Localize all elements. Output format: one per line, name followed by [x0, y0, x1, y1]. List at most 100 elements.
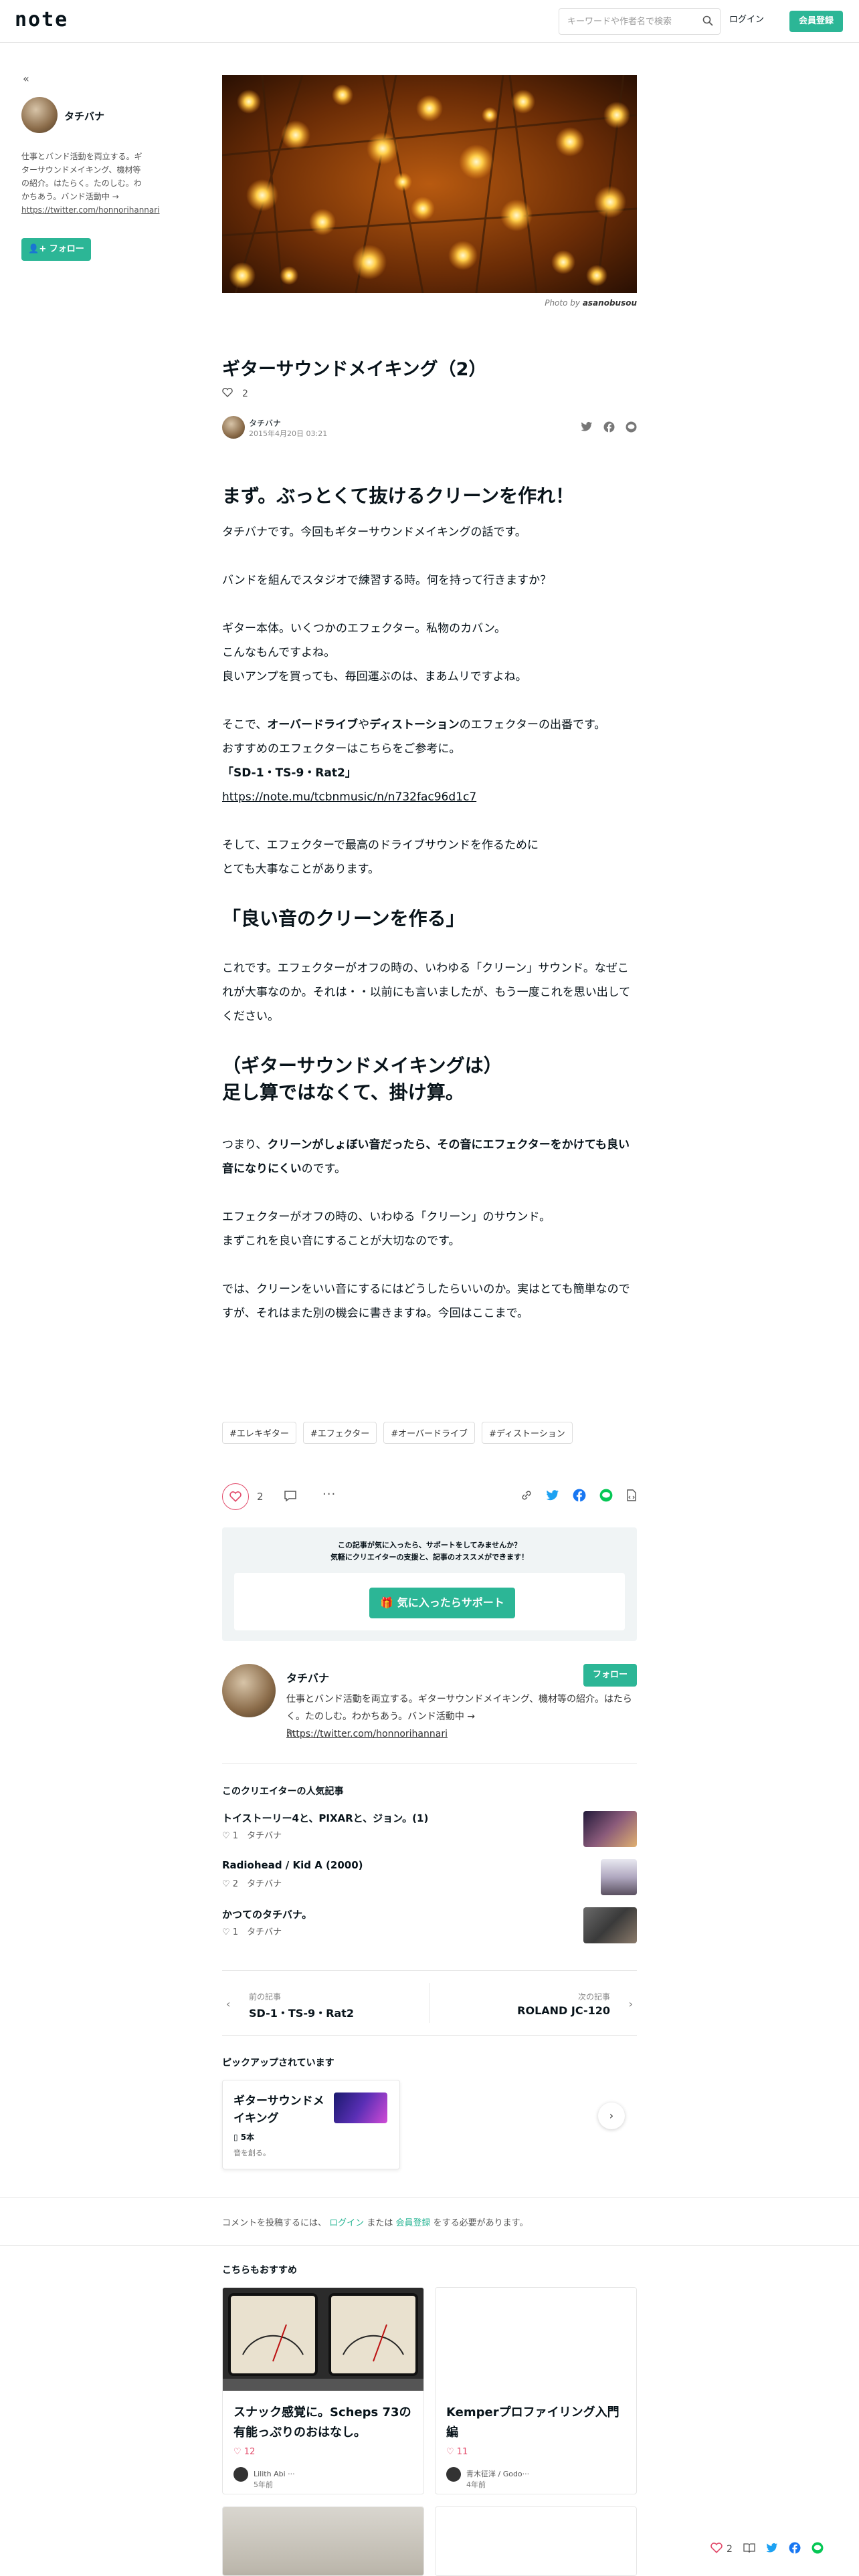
like-button[interactable]	[222, 1483, 249, 1510]
paragraph-8: エフェクターがオフの時の、いわゆる「クリーン」のサウンド。 まずこれを良い音にす…	[222, 1205, 637, 1253]
facebook-share-icon[interactable]	[573, 1489, 586, 1505]
paragraph-3-line-3: 良いアンプを買っても、毎回運ぶのは、まあムリですよね。	[222, 670, 527, 683]
popular-item-meta: ♡ 1 タチバナ	[222, 1831, 282, 1841]
article-date: 2015年4月20日 03:21	[249, 429, 328, 438]
support-box: この記事が気に入ったら、サポートをしてみませんか？ 気軽にクリエイターの支援と、…	[222, 1527, 637, 1641]
note-logo[interactable]: note	[15, 8, 68, 31]
support-button[interactable]: 🎁 気に入ったらサポート	[369, 1588, 515, 1618]
recommend-card[interactable]: Kemperプロファイリング入門編 ♡ 11 青木征洋 / Godo··· 4年…	[435, 2287, 637, 2494]
search-icon[interactable]	[702, 15, 713, 29]
popular-item-title[interactable]: トイストーリー4と、PIXARと、ジョン。(1)	[222, 1811, 428, 1825]
recommend-card-image[interactable]	[436, 2288, 636, 2391]
pickup-magazine-count-text: 5本	[240, 2133, 255, 2142]
comment-or: または	[367, 2218, 393, 2228]
article-likes: 2	[222, 388, 248, 400]
sidebar-follow-button[interactable]: 👤+ フォロー	[21, 238, 91, 261]
popular-item[interactable]: トイストーリー4と、PIXARと、ジョン。(1) ♡ 1 タチバナ	[222, 1811, 637, 1848]
comment-signup-link[interactable]: 会員登録	[395, 2218, 430, 2228]
popular-item[interactable]: かつてのタチバナ。 ♡ 1 タチバナ	[222, 1907, 637, 1945]
article-like-count: 2	[242, 389, 248, 399]
recommend-card[interactable]	[222, 2506, 424, 2576]
embed-icon[interactable]	[626, 1489, 637, 1504]
paragraph-7-text-c: のです。	[301, 1162, 346, 1176]
paragraph-4-bold-distortion: ディストーション	[369, 718, 460, 732]
section-heading-1: まず。ぶっとくて抜けるクリーンを作れ！	[222, 485, 575, 507]
hashtag[interactable]: #ディストーション	[482, 1422, 573, 1444]
recommend-card-author[interactable]: 青木征洋 / Godo···	[446, 2467, 529, 2482]
floating-facebook-icon[interactable]	[789, 2542, 801, 2557]
hashtag[interactable]: #オーバードライブ	[383, 1422, 476, 1444]
login-link[interactable]: ログイン	[729, 12, 764, 25]
article-author-name[interactable]: タチバナ	[249, 417, 281, 429]
popular-item[interactable]: Radiohead / Kid A (2000) ♡ 2 タチバナ	[222, 1859, 637, 1897]
popular-item-thumbnail[interactable]	[601, 1859, 637, 1895]
creator-avatar[interactable]	[222, 1664, 276, 1717]
floating-line-icon[interactable]	[812, 2542, 824, 2557]
recommend-card[interactable]: スナック感覚に。Scheps 73の有能っぷりのおはなし。 ♡ 12 Lilit…	[222, 2287, 424, 2494]
recommend-card-image[interactable]	[223, 2288, 423, 2391]
popular-item-title[interactable]: Radiohead / Kid A (2000)	[222, 1859, 363, 1871]
sidebar-author-name[interactable]: タチバナ	[64, 109, 104, 123]
popular-item-likes: 1	[232, 1927, 239, 1937]
popular-item-likes: 1	[232, 1831, 239, 1841]
collapse-sidebar-icon[interactable]: «	[23, 72, 29, 85]
comment-icon[interactable]	[284, 1490, 297, 1505]
share-buttons	[581, 421, 637, 435]
chevron-left-icon[interactable]: ‹	[226, 1998, 230, 2010]
more-options-icon[interactable]: ···	[322, 1487, 336, 1501]
support-message: この記事が気に入ったら、サポートをしてみませんか？ 気軽にクリエイターの支援と、…	[222, 1527, 637, 1564]
recommend-card[interactable]	[435, 2506, 637, 2576]
recommend-card-title[interactable]: Kemperプロファイリング入門編	[446, 2403, 627, 2443]
comment-login-link[interactable]: ログイン	[329, 2218, 364, 2228]
photo-credit-author[interactable]: asanobusou	[583, 298, 637, 308]
paragraph-1: タチバナです。今回もギターサウンドメイキングの話です。	[222, 526, 527, 539]
photo-credit: Photo by asanobusou	[222, 298, 637, 308]
recommend-card-image[interactable]	[436, 2507, 636, 2575]
paragraph-4-text-c: や	[358, 718, 370, 732]
author-avatar[interactable]	[21, 97, 58, 133]
pickup-card[interactable]: ギターサウンドメイキング ▯ 5本 音を創る。	[222, 2080, 400, 2169]
action-like-count: 2	[257, 1491, 264, 1503]
recommend-card-image[interactable]	[223, 2507, 423, 2575]
popular-item-likes: 2	[232, 1879, 239, 1889]
twitter-share-icon[interactable]	[546, 1489, 559, 1504]
pickup-next-button[interactable]: ›	[598, 2103, 625, 2129]
search-input[interactable]	[559, 9, 693, 34]
hashtag[interactable]: #エレキギター	[222, 1422, 296, 1444]
facebook-icon[interactable]	[603, 421, 615, 435]
prev-article-link[interactable]: SD-1・TS-9・Rat2	[249, 2004, 354, 2020]
popular-item-thumbnail[interactable]	[583, 1907, 637, 1943]
recommend-card-title[interactable]: スナック感覚に。Scheps 73の有能っぷりのおはなし。	[233, 2403, 414, 2443]
author-avatar-small[interactable]	[222, 416, 245, 439]
floating-twitter-icon[interactable]	[766, 2543, 778, 2556]
creator-name[interactable]: タチバナ	[286, 1669, 329, 1685]
recommend-heading: こちらもおすすめ	[222, 2265, 297, 2276]
signup-button[interactable]: 会員登録	[789, 11, 843, 32]
paragraph-5-line-2: とても大事なことがあります。	[222, 863, 379, 876]
line-icon[interactable]	[626, 421, 637, 435]
recommend-card-likes: ♡ 12	[233, 2447, 256, 2457]
heart-icon[interactable]	[222, 388, 233, 400]
next-article-link[interactable]: ROLAND JC-120	[517, 2004, 610, 2017]
floating-heart-icon[interactable]	[710, 2543, 723, 2556]
sidebar-bio-link[interactable]: https://twitter.com/honnorihannari	[21, 205, 160, 215]
popular-item-thumbnail[interactable]	[583, 1811, 637, 1847]
popular-item-author: タチバナ	[247, 1879, 282, 1889]
search-box[interactable]	[559, 8, 721, 35]
twitter-icon[interactable]	[581, 421, 593, 435]
pickup-card-title[interactable]: ギターサウンドメイキング	[233, 2092, 327, 2127]
popular-item-title[interactable]: かつてのタチバナ。	[222, 1907, 312, 1921]
chevron-right-icon[interactable]: ›	[629, 1998, 633, 2010]
creator-bio-link[interactable]: https://twitter.com/honnorihannari	[286, 1729, 448, 1739]
floating-magazine-icon[interactable]	[743, 2543, 755, 2556]
rss-icon[interactable]	[286, 1728, 296, 1740]
popular-item-meta: ♡ 1 タチバナ	[222, 1927, 282, 1937]
line-share-icon[interactable]	[599, 1489, 613, 1505]
hashtag[interactable]: #エフェクター	[302, 1422, 377, 1444]
popular-item-meta: ♡ 2 タチバナ	[222, 1879, 282, 1889]
creator-follow-button[interactable]: フォロー	[583, 1664, 637, 1687]
copy-link-icon[interactable]	[520, 1489, 533, 1504]
pickup-card-desc: 音を創る。	[233, 2149, 270, 2157]
article-link[interactable]: https://note.mu/tcbnmusic/n/n732fac96d1c…	[222, 790, 476, 804]
hashtag-list: #エレキギター #エフェクター #オーバードライブ #ディストーション	[222, 1422, 573, 1444]
